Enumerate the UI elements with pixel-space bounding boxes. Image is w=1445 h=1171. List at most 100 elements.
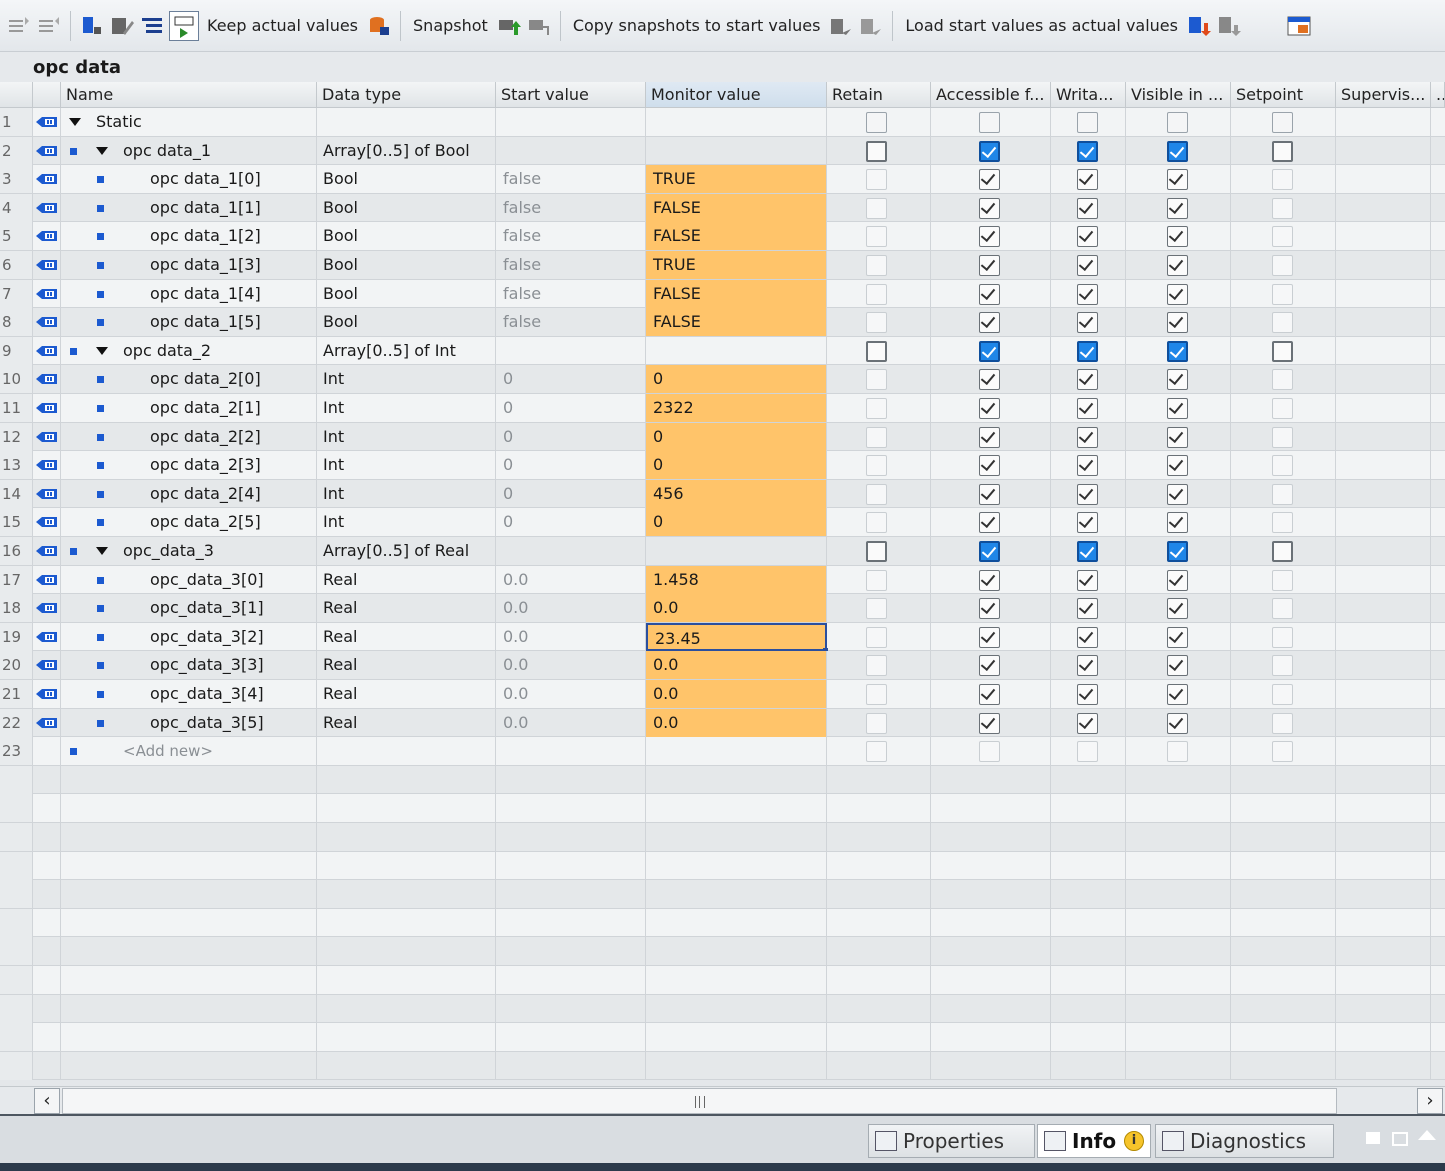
retain-checkbox[interactable] — [866, 541, 887, 562]
accessible-checkbox[interactable] — [979, 569, 1000, 591]
table-row[interactable]: 2 opc data_1 Array[0..5] of Bool — [0, 136, 1445, 166]
visible-checkbox[interactable] — [1167, 626, 1188, 648]
accessible-checkbox[interactable] — [979, 598, 1000, 620]
retain-checkbox[interactable] — [866, 169, 887, 191]
start-value-cell[interactable]: 0.0 — [496, 651, 646, 680]
data-type-cell[interactable]: Int — [317, 365, 496, 394]
monitor-value-cell[interactable]: FALSE — [646, 308, 827, 337]
name-cell[interactable]: opc data_1 — [61, 136, 317, 165]
visible-checkbox[interactable] — [1167, 569, 1188, 591]
row-number[interactable]: 2 — [0, 136, 33, 165]
retain-checkbox[interactable] — [866, 483, 887, 505]
visible-checkbox[interactable] — [1167, 340, 1188, 362]
table-row[interactable]: 5 opc data_1[2] Bool false FALSE — [0, 222, 1445, 251]
data-type-cell[interactable]: Int — [317, 479, 496, 508]
table-row[interactable]: 13 opc data_2[3] Int 0 0 — [0, 451, 1445, 480]
monitor-value-cell[interactable] — [646, 537, 827, 565]
visible-checkbox[interactable] — [1167, 197, 1188, 219]
monitor-value-cell[interactable]: 0.0 — [646, 651, 827, 680]
accessible-checkbox[interactable] — [979, 455, 1000, 477]
data-type-cell[interactable]: Real — [317, 594, 496, 623]
writable-checkbox[interactable] — [1077, 684, 1098, 705]
table-row[interactable]: 1 Static — [0, 108, 1445, 137]
name-cell[interactable]: opc_data_3[3] — [61, 651, 317, 680]
monitor-value-cell[interactable]: 0 — [646, 365, 827, 394]
writable-checkbox[interactable] — [1077, 626, 1098, 648]
setpoint-checkbox[interactable] — [1272, 569, 1293, 591]
accessible-checkbox[interactable] — [979, 398, 1000, 419]
load-start-values-button[interactable]: Load start values as actual values — [905, 16, 1178, 35]
monitor-value-cell[interactable]: FALSE — [646, 222, 827, 251]
start-value-cell[interactable]: false — [496, 165, 646, 194]
visible-checkbox[interactable] — [1167, 312, 1188, 334]
data-type-cell[interactable]: Array[0..5] of Int — [317, 336, 496, 365]
writable-checkbox[interactable] — [1077, 483, 1098, 505]
snapshot-button[interactable]: Snapshot — [413, 16, 488, 35]
accessible-checkbox[interactable] — [979, 655, 1000, 677]
monitor-value-cell[interactable]: 0.0 — [646, 708, 827, 737]
visible-checkbox[interactable] — [1167, 226, 1188, 248]
row-number[interactable]: 20 — [0, 651, 33, 680]
setpoint-checkbox[interactable] — [1272, 541, 1293, 562]
scroll-left-button[interactable]: ‹ — [34, 1088, 60, 1114]
row-number[interactable]: 3 — [0, 165, 33, 194]
row-number[interactable]: 15 — [0, 508, 33, 537]
data-type-cell[interactable]: Real — [317, 622, 496, 651]
setpoint-checkbox[interactable] — [1272, 112, 1293, 133]
data-type-cell[interactable]: Bool — [317, 308, 496, 337]
accessible-checkbox[interactable] — [979, 283, 1000, 305]
name-cell[interactable]: opc data_1[1] — [61, 193, 317, 222]
table-row[interactable]: 14 opc data_2[4] Int 0 456 — [0, 479, 1445, 509]
name-cell[interactable]: Static — [61, 108, 317, 136]
row-number[interactable]: 10 — [0, 365, 33, 394]
accessible-checkbox[interactable] — [979, 197, 1000, 219]
start-value-cell[interactable]: false — [496, 279, 646, 308]
accessible-checkbox[interactable] — [979, 226, 1000, 248]
row-number[interactable]: 9 — [0, 336, 33, 365]
data-type-cell[interactable]: Int — [317, 422, 496, 451]
data-type-cell[interactable] — [317, 737, 496, 766]
accessible-checkbox[interactable] — [979, 541, 1000, 562]
writable-checkbox[interactable] — [1077, 112, 1098, 133]
snapshot-restore-icon[interactable] — [526, 13, 552, 39]
setpoint-checkbox[interactable] — [1272, 197, 1293, 219]
table-row[interactable]: 17 opc_data_3[0] Real 0.0 1.458 — [0, 565, 1445, 595]
name-cell[interactable]: opc_data_3[0] — [61, 565, 317, 594]
header-monitor-value[interactable]: Monitor value — [646, 82, 827, 108]
monitor-value-cell[interactable]: 1.458 — [646, 565, 827, 594]
visible-checkbox[interactable] — [1167, 483, 1188, 505]
snapshot-camera-icon[interactable] — [496, 13, 522, 39]
copy-snapshots-button[interactable]: Copy snapshots to start values — [573, 16, 821, 35]
keep-actual-values-button[interactable]: Keep actual values — [207, 16, 358, 35]
writable-checkbox[interactable] — [1077, 455, 1098, 477]
retain-checkbox[interactable] — [866, 741, 887, 763]
name-cell[interactable]: opc data_2[0] — [61, 365, 317, 394]
retain-checkbox[interactable] — [866, 226, 887, 248]
horizontal-scrollbar[interactable]: ‹ › — [0, 1086, 1445, 1114]
table-row[interactable]: 11 opc data_2[1] Int 0 2322 — [0, 394, 1445, 423]
setpoint-checkbox[interactable] — [1272, 398, 1293, 419]
visible-checkbox[interactable] — [1167, 598, 1188, 620]
start-value-cell[interactable]: 0 — [496, 451, 646, 480]
monitor-value-cell[interactable]: 2322 — [646, 394, 827, 422]
copy-snapshot-all-icon[interactable] — [858, 13, 884, 39]
writable-checkbox[interactable] — [1077, 369, 1098, 391]
retain-checkbox[interactable] — [866, 569, 887, 591]
data-type-cell[interactable]: Real — [317, 680, 496, 708]
name-cell[interactable]: opc_data_3[1] — [61, 594, 317, 623]
start-value-cell[interactable]: 0.0 — [496, 622, 646, 651]
writable-checkbox[interactable] — [1077, 512, 1098, 534]
row-number[interactable]: 12 — [0, 422, 33, 451]
edit-icon[interactable] — [109, 13, 135, 39]
table-row[interactable] — [0, 765, 1445, 795]
start-value-cell[interactable]: 0 — [496, 479, 646, 508]
retain-checkbox[interactable] — [866, 626, 887, 648]
collapse-all-icon[interactable] — [36, 13, 62, 39]
table-row[interactable]: 19 opc_data_3[2] Real 0.0 23.45 — [0, 622, 1445, 653]
writable-checkbox[interactable] — [1077, 741, 1098, 763]
database-lock-icon[interactable] — [366, 13, 392, 39]
setpoint-checkbox[interactable] — [1272, 655, 1293, 677]
writable-checkbox[interactable] — [1077, 197, 1098, 219]
header-accessible[interactable]: Accessible f... — [931, 82, 1051, 108]
table-row[interactable]: 22 opc_data_3[5] Real 0.0 0.0 — [0, 708, 1445, 738]
